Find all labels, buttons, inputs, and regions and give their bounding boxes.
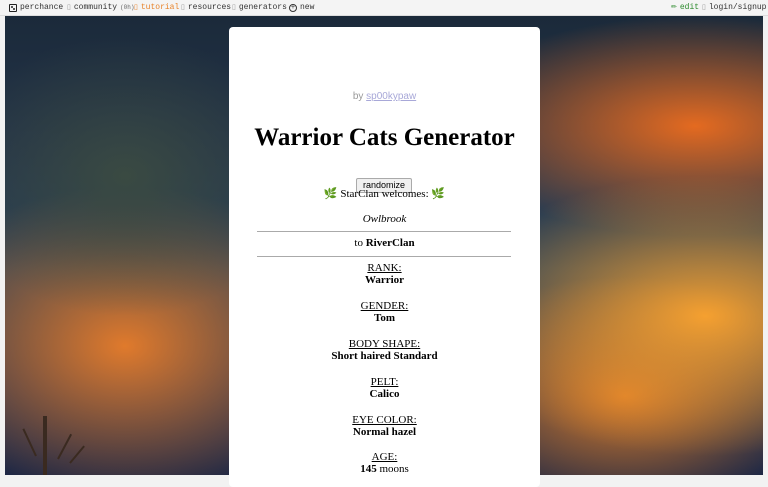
- die-icon: [9, 4, 17, 12]
- tree-branch: [22, 428, 37, 457]
- field-label: GENDER:: [360, 300, 409, 312]
- resources-icon: ▯: [181, 4, 185, 12]
- divider: [257, 256, 511, 257]
- field-label: RANK:: [367, 262, 402, 274]
- field-value: Tom: [374, 312, 395, 324]
- tutorial-link[interactable]: ▯ tutorial: [134, 0, 179, 16]
- field-body-shape: BODY SHAPE: Short haired Standard: [229, 338, 540, 362]
- welcome-text: StarClan welcomes:: [340, 188, 429, 200]
- author-link[interactable]: sp00kypaw: [366, 91, 416, 102]
- generators-icon: ▯: [232, 4, 236, 12]
- tree-branch: [69, 445, 85, 464]
- tutorial-label: tutorial: [140, 3, 180, 12]
- generator-card: by sp00kypaw Warrior Cats Generator rand…: [229, 27, 540, 487]
- new-label: new: [300, 3, 315, 12]
- laurel-icon: 🌿: [323, 188, 338, 200]
- field-label: BODY SHAPE:: [348, 338, 421, 350]
- edit-label: edit: [679, 3, 700, 12]
- age-unit: moons: [379, 463, 409, 475]
- field-label: EYE COLOR:: [352, 414, 417, 426]
- field-age: AGE: 145 moons: [229, 451, 540, 475]
- divider: [257, 231, 511, 232]
- byline: by sp00kypaw: [229, 91, 540, 102]
- field-eye-color: EYE COLOR: Normal hazel: [229, 414, 540, 438]
- perchance-home-link[interactable]: perchance: [9, 0, 63, 16]
- edit-link[interactable]: ✏ edit: [671, 0, 699, 16]
- resources-label: resources: [187, 3, 232, 12]
- login-signup-link[interactable]: ▯ login/signup: [702, 0, 766, 16]
- clan-line: to RiverClan: [229, 237, 540, 249]
- by-prefix: by: [352, 91, 364, 102]
- tree-branch: [43, 416, 47, 475]
- tree-branch: [57, 433, 73, 460]
- login-label: login/signup: [708, 3, 767, 12]
- pencil-icon: ✏: [671, 4, 677, 12]
- field-value: Calico: [369, 388, 400, 400]
- cat-name: Owlbrook: [362, 213, 407, 225]
- welcome-line: 🌿 StarClan welcomes: 🌿: [229, 187, 540, 200]
- field-rank: RANK: Warrior: [229, 262, 540, 286]
- generators-label: generators: [238, 3, 287, 12]
- to-prefix: to: [354, 237, 363, 249]
- community-label: community: [73, 3, 118, 12]
- field-value: 145: [360, 463, 377, 475]
- field-value: Normal hazel: [352, 426, 417, 438]
- field-label: PELT:: [370, 376, 399, 388]
- clan-name: RiverClan: [365, 237, 415, 249]
- laurel-icon: 🌿: [431, 188, 446, 200]
- new-link[interactable]: + new: [289, 0, 314, 16]
- community-badge: (0h): [120, 4, 135, 11]
- tutorial-icon: ▯: [134, 4, 138, 12]
- plus-circle-icon: +: [289, 4, 297, 12]
- field-value: Warrior: [364, 274, 405, 286]
- field-gender: GENDER: Tom: [229, 300, 540, 324]
- field-pelt: PELT: Calico: [229, 376, 540, 400]
- top-nav-bar: perchance ▯ community (0h) ▯ tutorial ▯ …: [0, 0, 768, 16]
- perchance-label: perchance: [20, 3, 64, 12]
- field-value: Short haired Standard: [331, 350, 438, 362]
- resources-link[interactable]: ▯ resources: [181, 0, 231, 16]
- field-label: AGE:: [371, 451, 398, 463]
- field-value-line: 145 moons: [229, 463, 540, 475]
- page-title: Warrior Cats Generator: [254, 124, 515, 151]
- community-icon: ▯: [67, 4, 71, 12]
- user-icon: ▯: [702, 4, 706, 12]
- community-link[interactable]: ▯ community (0h): [67, 0, 134, 16]
- generators-link[interactable]: ▯ generators: [232, 0, 287, 16]
